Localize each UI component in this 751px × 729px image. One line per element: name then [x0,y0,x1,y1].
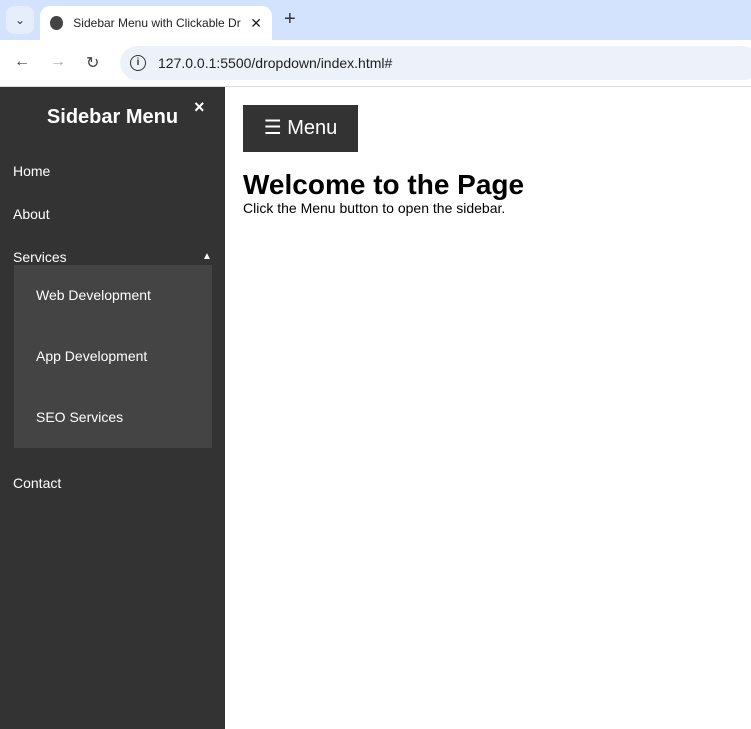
caret-up-icon[interactable]: ▲ [202,251,212,262]
dropdown-item-app-development[interactable]: App Development [36,348,147,364]
page-heading: Welcome to the Page [243,169,525,200]
sidebar-title: Sidebar Menu [46,106,179,128]
services-dropdown: Web Development App Development SEO Serv… [14,265,212,448]
dropdown-item-web-development[interactable]: Web Development [36,287,151,303]
address-bar[interactable]: i 127.0.0.1:5500/dropdown/index.html# [120,46,751,80]
forward-arrow-icon[interactable]: → [50,53,66,71]
back-arrow-icon[interactable]: ← [14,53,30,71]
reload-icon[interactable]: ↻ [86,53,99,73]
tab-close-icon[interactable]: ✕ [250,15,262,32]
globe-icon [50,16,64,30]
info-icon[interactable]: i [130,55,146,71]
sidebar-item-services[interactable]: Services [13,249,67,265]
main-content: ☰ Menu Welcome to the Page Click the Men… [243,105,524,216]
browser-toolbar: ← → ↻ i 127.0.0.1:5500/dropdown/index.ht… [0,40,751,87]
dropdown-item-seo-services[interactable]: SEO Services [36,409,123,425]
tab-search-chevron-down-icon[interactable]: ⌄ [6,6,34,34]
close-icon[interactable]: × [194,97,205,118]
sidebar-item-home[interactable]: Home [13,163,50,179]
browser-tab[interactable]: Sidebar Menu with Clickable Dr ✕ [40,6,272,40]
tab-bar: ⌄ Sidebar Menu with Clickable Dr ✕ + [0,0,751,40]
menu-button[interactable]: ☰ Menu [243,105,358,152]
url-text[interactable]: 127.0.0.1:5500/dropdown/index.html# [158,55,392,71]
sidebar-item-contact[interactable]: Contact [13,475,61,491]
sidebar-item-about[interactable]: About [13,206,50,222]
new-tab-plus-icon[interactable]: + [284,8,296,31]
tab-title: Sidebar Menu with Clickable Dr [73,16,241,30]
sidebar: Sidebar Menu × Home About Services ▲ Web… [0,87,225,729]
page-description: Click the Menu button to open the sideba… [243,200,506,216]
